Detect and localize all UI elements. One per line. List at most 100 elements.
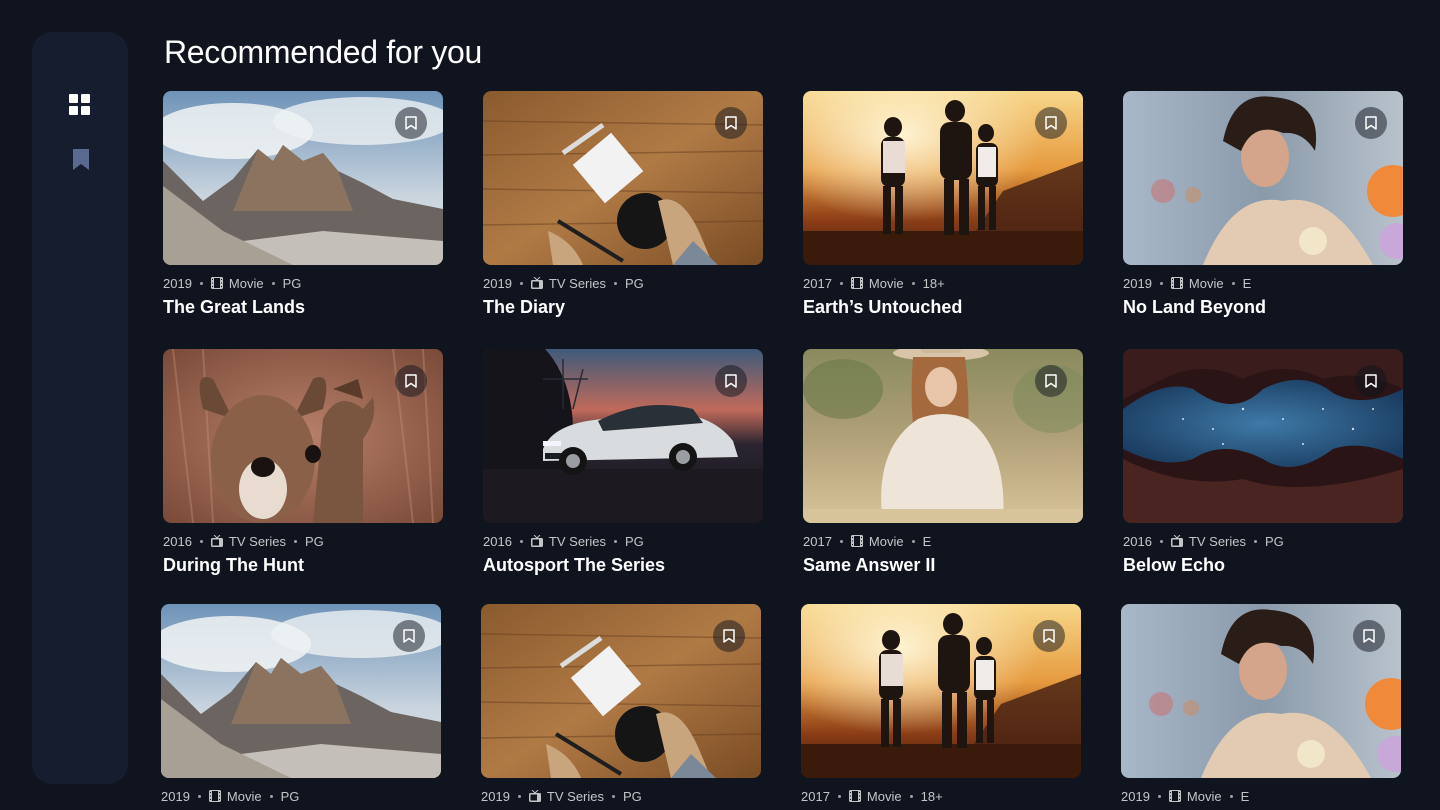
thumbnail-image[interactable] <box>801 604 1081 778</box>
year: 2017 <box>803 533 832 549</box>
separator-dot <box>197 794 201 798</box>
year: 2019 <box>1121 788 1150 804</box>
separator-dot <box>269 794 273 798</box>
year: 2019 <box>481 788 510 804</box>
rating: 18+ <box>920 788 943 804</box>
separator-dot <box>1229 794 1233 798</box>
tv-icon <box>210 535 229 547</box>
category: TV Series <box>228 533 286 549</box>
separator-dot <box>614 539 617 543</box>
rating: E <box>922 533 932 549</box>
card-meta: 2019 Movie PG <box>161 788 441 804</box>
separator-dot <box>1157 794 1161 798</box>
category: Movie <box>1186 788 1222 804</box>
thumbnail-image[interactable] <box>803 349 1083 523</box>
rating: PG <box>623 788 642 804</box>
media-card[interactable]: 2019 TV Series PG <box>481 604 761 810</box>
card-meta: 2017 Movie E <box>803 533 1083 549</box>
card-meta: 2019 TV Series PG <box>481 788 761 804</box>
separator-dot <box>909 794 913 798</box>
film-icon <box>1168 790 1187 802</box>
bookmark-toggle-button[interactable] <box>1355 365 1387 397</box>
separator-dot <box>199 539 203 543</box>
category: Movie <box>1188 275 1224 291</box>
bookmark-toggle-button[interactable] <box>715 107 747 139</box>
media-card[interactable]: 2019 Movie PG <box>161 604 441 810</box>
bookmark-toggle-button[interactable] <box>1355 107 1387 139</box>
media-card[interactable]: 2017 Movie 18+ Earth’s Untouched <box>803 91 1083 318</box>
thumbnail-image[interactable] <box>161 604 441 778</box>
tv-icon <box>530 535 549 547</box>
bookmark-toggle-button[interactable] <box>393 620 425 652</box>
media-card[interactable]: 2019 Movie PG The Great Lands <box>163 91 443 318</box>
film-icon <box>848 790 867 802</box>
card-title[interactable]: The Great Lands <box>163 297 443 318</box>
bookmark-icon[interactable] <box>72 149 90 171</box>
category: Movie <box>868 275 904 291</box>
bookmark-empty-icon <box>1043 629 1055 643</box>
thumbnail-image[interactable] <box>483 91 763 265</box>
bookmark-toggle-button[interactable] <box>713 620 745 652</box>
card-title[interactable]: No Land Beyond <box>1123 297 1403 318</box>
rating: PG <box>280 788 300 804</box>
bookmark-toggle-button[interactable] <box>715 365 747 397</box>
separator-dot <box>519 281 523 285</box>
rating: PG <box>625 533 644 549</box>
card-meta: 2017 Movie 18+ <box>803 275 1083 291</box>
bookmark-toggle-button[interactable] <box>1033 620 1065 652</box>
card-meta: 2019 TV Series PG <box>483 275 763 291</box>
card-meta: 2017 Movie 18+ <box>801 788 1081 804</box>
film-icon <box>850 277 869 289</box>
card-title[interactable]: Below Echo <box>1123 555 1403 576</box>
year: 2019 <box>483 275 512 291</box>
category: Movie <box>868 533 904 549</box>
rating: PG <box>1265 533 1284 549</box>
media-card[interactable]: 2016 TV Series PG During The Hunt <box>163 349 443 576</box>
card-title[interactable]: Autosport The Series <box>483 555 763 576</box>
bookmark-empty-icon <box>1363 629 1375 643</box>
thumbnail-image[interactable] <box>1123 91 1403 265</box>
thumbnail-image[interactable] <box>803 91 1083 265</box>
separator-dot <box>612 794 615 798</box>
bookmark-toggle-button[interactable] <box>1035 365 1067 397</box>
media-card[interactable]: 2017 Movie E Same Answer II <box>803 349 1083 576</box>
category: TV Series <box>548 533 606 549</box>
media-card[interactable]: 2019 Movie E No Land Beyond <box>1123 91 1403 318</box>
bookmark-toggle-button[interactable] <box>395 365 427 397</box>
thumbnail-image[interactable] <box>481 604 761 778</box>
thumbnail-image[interactable] <box>483 349 763 523</box>
grid-icon[interactable] <box>69 94 91 116</box>
thumbnail-image[interactable] <box>163 349 443 523</box>
bookmark-empty-icon <box>725 116 737 130</box>
card-title[interactable]: The Diary <box>483 297 763 318</box>
thumbnail-image[interactable] <box>1123 349 1403 523</box>
film-icon <box>208 790 227 802</box>
bookmark-toggle-button[interactable] <box>1353 620 1385 652</box>
category: TV Series <box>548 275 606 291</box>
thumbnail-image[interactable] <box>1121 604 1401 778</box>
card-title[interactable]: Earth’s Untouched <box>803 297 1083 318</box>
bookmark-empty-icon <box>1045 374 1057 388</box>
bookmark-toggle-button[interactable] <box>1035 107 1067 139</box>
media-card[interactable]: 2017 Movie 18+ <box>801 604 1081 810</box>
separator-dot <box>271 281 275 285</box>
category: Movie <box>226 788 262 804</box>
media-card[interactable]: 2019 TV Series PG The Diary <box>483 91 763 318</box>
category: TV Series <box>546 788 604 804</box>
media-card[interactable]: 2019 Movie E <box>1121 604 1401 810</box>
card-title[interactable]: During The Hunt <box>163 555 443 576</box>
bookmark-empty-icon <box>725 374 737 388</box>
separator-dot <box>911 281 915 285</box>
tv-icon <box>530 277 549 289</box>
separator-dot <box>519 539 523 543</box>
bookmark-toggle-button[interactable] <box>395 107 427 139</box>
card-title[interactable]: Same Answer II <box>803 555 1083 576</box>
media-card[interactable]: 2016 TV Series PG Autosport The Series <box>483 349 763 576</box>
separator-dot <box>1231 281 1235 285</box>
thumbnail-image[interactable] <box>163 91 443 265</box>
separator-dot <box>1254 539 1257 543</box>
media-card[interactable]: 2016 TV Series PG Below Echo <box>1123 349 1403 576</box>
separator-dot <box>517 794 521 798</box>
rating: 18+ <box>922 275 945 291</box>
sidebar <box>32 32 128 784</box>
